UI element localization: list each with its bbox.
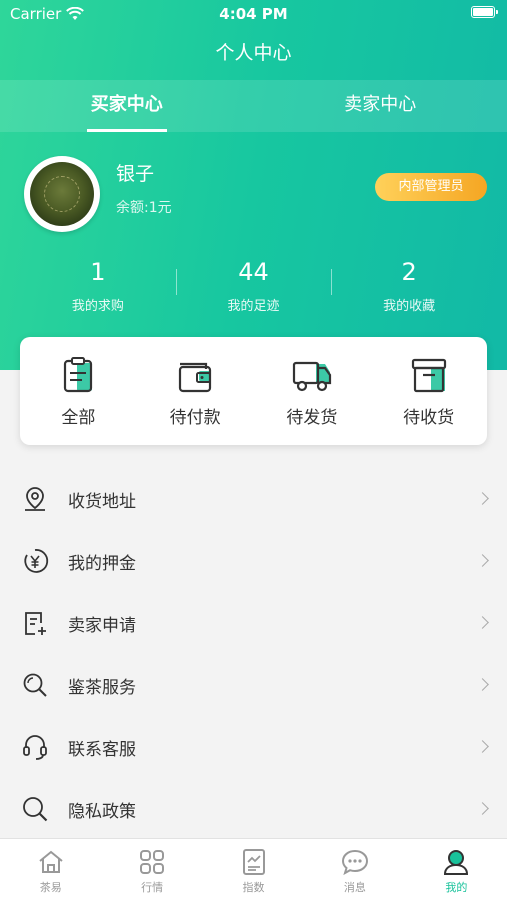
tabbar-label: 我的 [445,881,468,894]
stat-my-requests[interactable]: 1 我的求购 [20,255,176,325]
chevron-right-icon [476,616,489,629]
stat-my-footprints[interactable]: 44 我的足迹 [175,255,332,325]
chevron-right-icon [476,802,489,815]
search-icon [20,794,50,824]
username: 银子 [116,163,155,185]
clipboard-icon [64,357,93,393]
role-badge: 内部管理员 [375,173,487,201]
menu-my-deposit[interactable]: 我的押金 [0,530,507,592]
tabbar-label: 消息 [343,881,366,894]
avatar[interactable] [24,156,100,232]
center-tabs: 买家中心 卖家中心 [0,80,507,132]
status-time: 4:04 PM [219,5,288,23]
tabbar-label: 茶易 [39,881,62,894]
home-icon [39,850,63,873]
tabbar-item-market[interactable]: 行情 [101,839,202,900]
order-label: 全部 [61,408,96,428]
tab-buyer-center[interactable]: 买家中心 [0,80,254,132]
tabbar-label: 行情 [141,881,164,894]
menu-shipping-address[interactable]: 收货地址 [0,468,507,530]
battery-icon [471,6,498,18]
menu-label: 联系客服 [68,739,136,760]
order-pending-payment-button[interactable]: 待付款 [137,337,254,445]
chevron-right-icon [476,740,489,753]
stat-value: 44 [238,258,269,286]
tabbar-item-messages[interactable]: 消息 [304,839,405,900]
stat-label: 我的收藏 [383,299,436,314]
order-label: 待发货 [286,408,338,428]
orders-card: 全部 待付款 待发货 待收货 [20,337,487,445]
chevron-right-icon [476,554,489,567]
page-title: 个人中心 [215,42,292,64]
user-icon [444,850,469,875]
settings-menu: 收货地址 我的押金 卖家申请 鉴茶服务 联系客服 隐私政策 [0,468,507,840]
menu-label: 收货地址 [68,491,136,512]
tab-seller-center[interactable]: 卖家中心 [254,80,507,132]
order-label: 待收货 [403,408,455,428]
menu-label: 我的押金 [68,553,136,574]
menu-privacy-policy[interactable]: 隐私政策 [0,778,507,840]
grid-icon [140,850,165,874]
menu-tea-appraisal[interactable]: 鉴茶服务 [0,654,507,716]
order-pending-shipment-button[interactable]: 待发货 [254,337,371,445]
menu-label: 鉴茶服务 [68,677,136,698]
order-all-button[interactable]: 全部 [20,337,137,445]
menu-customer-service[interactable]: 联系客服 [0,716,507,778]
truck-icon [292,361,331,392]
tabbar-item-mine[interactable]: 我的 [406,839,507,900]
stat-my-favorites[interactable]: 2 我的收藏 [331,255,487,325]
tabbar-item-home[interactable]: 茶易 [0,839,101,900]
menu-label: 卖家申请 [68,615,136,636]
bottom-tab-bar: 茶易 行情 指数 消息 我的 [0,838,507,900]
tabbar-label: 指数 [242,881,265,894]
balance-text: 余额:1元 [116,200,172,216]
location-pin-icon [20,484,50,514]
tabbar-item-index[interactable]: 指数 [203,839,304,900]
chat-bubble-icon [341,849,368,876]
order-label: 待付款 [169,408,221,428]
menu-label: 隐私政策 [68,801,136,822]
yen-coin-icon [20,546,50,576]
magnifier-icon [20,670,50,700]
stat-label: 我的足迹 [227,299,280,314]
headset-icon [20,732,50,762]
stat-value: 1 [90,258,106,286]
chart-doc-icon [242,849,265,875]
wallet-icon [179,362,212,393]
box-icon [411,358,446,393]
stats-row: 1 我的求购 44 我的足迹 2 我的收藏 [20,255,487,325]
chevron-right-icon [476,492,489,505]
chevron-right-icon [476,678,489,691]
stat-label: 我的求购 [71,299,124,314]
stat-value: 2 [401,258,417,286]
menu-seller-application[interactable]: 卖家申请 [0,592,507,654]
status-bar: Carrier 4:04 PM [0,0,507,28]
document-add-icon [20,608,50,638]
order-pending-receipt-button[interactable]: 待收货 [370,337,487,445]
